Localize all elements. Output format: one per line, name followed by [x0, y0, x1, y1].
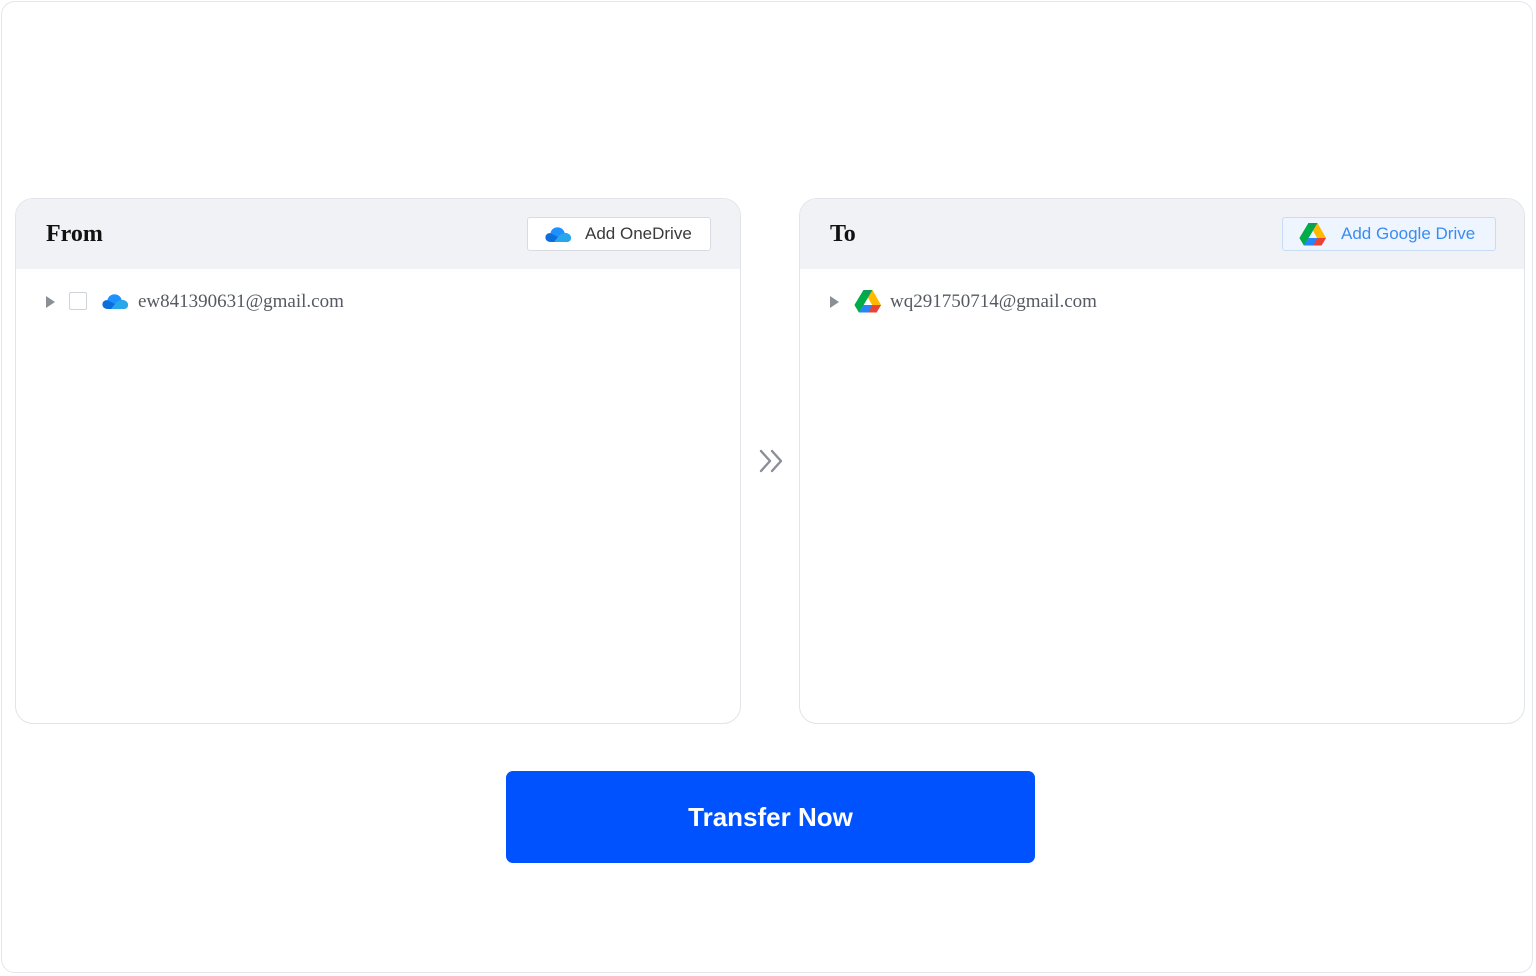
to-panel: To Add Google Drive wq291750714@gmail.co… [799, 198, 1525, 724]
transfer-now-button[interactable]: Transfer Now [506, 771, 1035, 863]
to-account-email: wq291750714@gmail.com [890, 291, 1097, 312]
from-panel-title: From [46, 221, 103, 247]
to-account-row[interactable]: wq291750714@gmail.com [800, 289, 1524, 315]
add-onedrive-button[interactable]: Add OneDrive [527, 217, 711, 251]
from-account-row[interactable]: ew841390631@gmail.com [16, 289, 740, 315]
expand-arrow-icon[interactable] [46, 296, 55, 308]
add-google-drive-label: Add Google Drive [1341, 224, 1476, 243]
google-drive-icon [854, 289, 882, 313]
onedrive-cloud-icon [544, 225, 572, 243]
app-window: From Add OneDrive ew841390631@gmail.com … [1, 1, 1533, 973]
onedrive-cloud-icon [101, 292, 129, 310]
to-panel-title: To [830, 221, 856, 247]
double-chevron-right-icon [758, 447, 786, 475]
account-checkbox[interactable] [69, 292, 87, 310]
from-panel-header: From Add OneDrive [16, 199, 740, 269]
add-google-drive-button[interactable]: Add Google Drive [1282, 217, 1496, 251]
from-account-email: ew841390631@gmail.com [138, 291, 344, 312]
from-panel: From Add OneDrive ew841390631@gmail.com [15, 198, 741, 724]
expand-arrow-icon[interactable] [830, 296, 839, 308]
google-drive-icon [1299, 222, 1327, 246]
to-panel-header: To Add Google Drive [800, 199, 1524, 269]
add-onedrive-label: Add OneDrive [585, 224, 692, 243]
